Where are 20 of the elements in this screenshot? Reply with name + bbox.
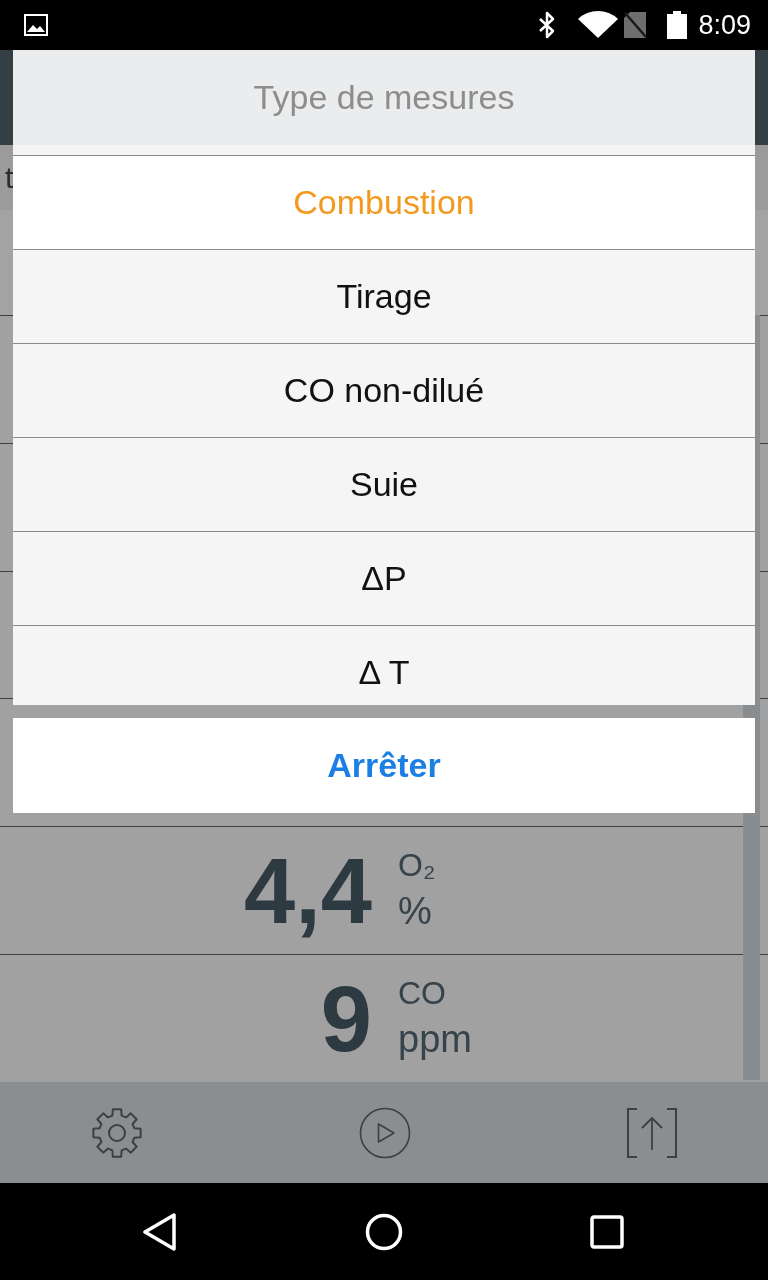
recents-icon[interactable]	[590, 1214, 624, 1249]
unit-label: ppm	[398, 1018, 472, 1062]
image-icon	[24, 14, 48, 36]
unit-label: %	[398, 890, 432, 934]
reading-value: 4,4	[244, 844, 372, 937]
back-icon[interactable]	[143, 1212, 177, 1251]
sheet-title: Type de mesures	[13, 50, 755, 145]
home-icon[interactable]	[364, 1212, 403, 1251]
no-sim-icon	[623, 11, 648, 39]
reading-value: 9	[320, 972, 372, 1065]
gas-label: O₂	[398, 847, 436, 885]
battery-icon	[667, 11, 688, 39]
settings-icon[interactable]	[91, 1106, 143, 1159]
clock-time: 8:09	[698, 11, 751, 39]
cancel-button[interactable]: Arrêter	[13, 718, 755, 813]
play-icon[interactable]	[358, 1106, 411, 1159]
wifi-icon	[577, 11, 620, 39]
gas-label: CO	[398, 975, 446, 1013]
upload-icon[interactable]	[626, 1107, 678, 1158]
info-text: t	[5, 161, 14, 194]
